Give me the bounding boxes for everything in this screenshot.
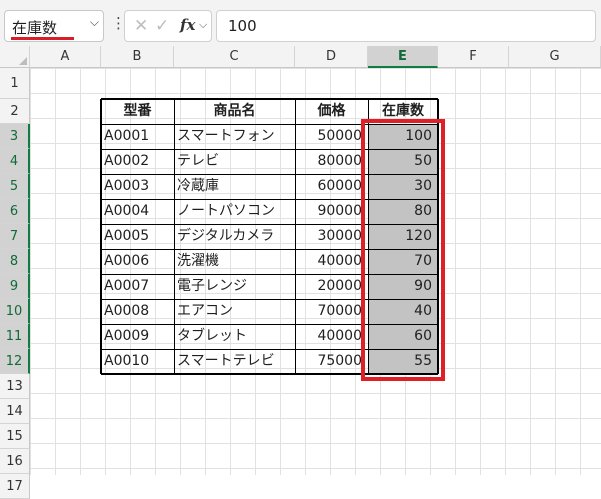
table-border (101, 98, 438, 100)
table-cell[interactable]: 40000 (295, 249, 368, 274)
table-cell[interactable]: テレビ (174, 149, 295, 174)
table-cell[interactable]: A0001 (101, 124, 174, 149)
formula-value: 100 (228, 17, 257, 35)
table-cell[interactable]: 冷蔵庫 (174, 174, 295, 199)
highlight-box (361, 119, 445, 381)
row-header-2[interactable]: 2 (0, 99, 30, 124)
column-header-g[interactable]: G (509, 46, 601, 68)
row-header-8[interactable]: 8 (0, 249, 30, 274)
table-cell[interactable]: 電子レンジ (174, 274, 295, 299)
table-cell[interactable]: タブレット (174, 324, 295, 349)
table-cell[interactable]: 80000 (295, 149, 368, 174)
formula-bar: 在庫数 ⌵ ⋮ ✕ ✓ fx ⌵ 100 (0, 0, 601, 46)
row-header-5[interactable]: 5 (0, 174, 30, 199)
table-cell[interactable]: A0010 (101, 349, 174, 374)
row-header-9[interactable]: 9 (0, 274, 30, 299)
column-header-f[interactable]: F (438, 46, 509, 68)
table-cell[interactable]: 20000 (295, 274, 368, 299)
table-header-cell[interactable]: 商品名 (174, 99, 295, 124)
table-cell[interactable]: スマートテレビ (174, 349, 295, 374)
table-cell[interactable]: 75000 (295, 349, 368, 374)
name-box[interactable]: 在庫数 ⌵ (4, 10, 104, 42)
name-box-value: 在庫数 (12, 19, 58, 37)
formula-buttons: ✕ ✓ fx ⌵ (124, 10, 212, 42)
table-cell[interactable]: 50000 (295, 124, 368, 149)
table-cell[interactable]: A0008 (101, 299, 174, 324)
column-header-e[interactable]: E (368, 46, 438, 68)
chevron-down-icon[interactable]: ⌵ (90, 15, 99, 30)
table-cell[interactable]: A0003 (101, 174, 174, 199)
table-border (295, 99, 296, 374)
select-all-button[interactable] (0, 46, 30, 68)
row-header-15[interactable]: 15 (0, 424, 30, 449)
column-header-c[interactable]: C (174, 46, 295, 68)
check-icon[interactable]: ✓ (155, 16, 169, 36)
table-cell[interactable]: A0005 (101, 224, 174, 249)
table-cell[interactable]: 90000 (295, 199, 368, 224)
table-cell[interactable]: A0006 (101, 249, 174, 274)
row-header-3[interactable]: 3 (0, 124, 30, 149)
row-header-16[interactable]: 16 (0, 449, 30, 474)
table-cell[interactable]: デジタルカメラ (174, 224, 295, 249)
row-header-17[interactable]: 17 (0, 474, 30, 499)
row-header-10[interactable]: 10 (0, 299, 30, 324)
table-cell[interactable]: 30000 (295, 224, 368, 249)
table-cell[interactable]: A0007 (101, 274, 174, 299)
table-cell[interactable]: 洗濯機 (174, 249, 295, 274)
table-header-cell[interactable]: 価格 (295, 99, 368, 124)
fx-icon[interactable]: fx (180, 16, 195, 34)
table-cell[interactable]: 70000 (295, 299, 368, 324)
table-cell[interactable]: A0002 (101, 149, 174, 174)
column-header-b[interactable]: B (101, 46, 174, 68)
table-border (100, 99, 102, 374)
column-header-a[interactable]: A (30, 46, 101, 68)
table-cell[interactable]: ノートパソコン (174, 199, 295, 224)
table-border (174, 99, 175, 374)
table-cell[interactable]: 60000 (295, 174, 368, 199)
row-header-14[interactable]: 14 (0, 399, 30, 424)
column-header-d[interactable]: D (295, 46, 368, 68)
row-header-11[interactable]: 11 (0, 324, 30, 349)
table-cell[interactable]: エアコン (174, 299, 295, 324)
table-cell[interactable]: 40000 (295, 324, 368, 349)
row-header-13[interactable]: 13 (0, 374, 30, 399)
x-icon[interactable]: ✕ (134, 16, 148, 36)
row-header-12[interactable]: 12 (0, 349, 30, 374)
chevron-down-icon[interactable]: ⌵ (199, 18, 207, 32)
formula-input[interactable]: 100 (216, 10, 596, 42)
row-header-1[interactable]: 1 (0, 68, 30, 99)
table-header-cell[interactable]: 型番 (101, 99, 174, 124)
table-cell[interactable]: スマートフォン (174, 124, 295, 149)
row-header-4[interactable]: 4 (0, 149, 30, 174)
name-box-underline (11, 37, 74, 40)
table-cell[interactable]: A0004 (101, 199, 174, 224)
table-cell[interactable]: A0009 (101, 324, 174, 349)
row-header-6[interactable]: 6 (0, 199, 30, 224)
row-header-7[interactable]: 7 (0, 224, 30, 249)
